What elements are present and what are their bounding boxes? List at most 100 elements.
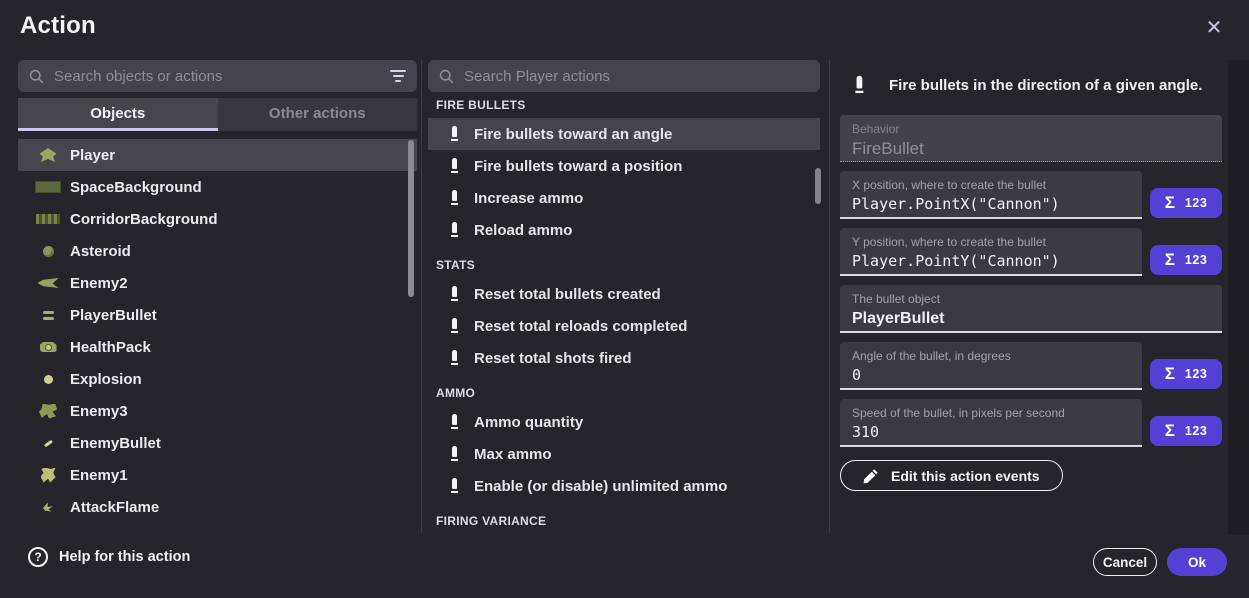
action-group-title: FIRE BULLETS — [428, 97, 820, 118]
parameter-field[interactable]: X position, where to create the bullet P… — [840, 171, 1142, 219]
action-row[interactable]: Reset total bullets created — [428, 278, 820, 310]
pencil-icon — [863, 468, 879, 484]
parameter-field[interactable]: Y position, where to create the bullet P… — [840, 228, 1142, 276]
object-row[interactable]: AttackFlame — [18, 491, 417, 523]
parameter-field-row: X position, where to create the bullet P… — [840, 171, 1222, 219]
action-label: Increase ammo — [474, 190, 583, 207]
parameter-field-label: X position, where to create the bullet — [852, 178, 1130, 192]
asteroid-sprite-icon — [34, 242, 62, 260]
action-row[interactable]: Max ammo — [428, 438, 820, 470]
action-row[interactable]: Fire bullets toward a position — [428, 150, 820, 182]
object-search-input[interactable] — [54, 68, 380, 85]
object-row[interactable]: Enemy1 — [18, 459, 417, 491]
search-icon — [28, 68, 45, 85]
edit-action-events-button[interactable]: Edit this action events — [840, 460, 1063, 491]
action-row[interactable]: Reset total reloads completed — [428, 310, 820, 342]
bullet-icon — [444, 478, 466, 494]
corridor-background-sprite-icon — [34, 210, 62, 228]
parameter-field-label: Speed of the bullet, in pixels per secon… — [852, 406, 1130, 420]
bullet-icon — [444, 350, 466, 366]
object-search-box — [18, 60, 417, 92]
object-row[interactable]: HealthPack — [18, 331, 417, 363]
parameter-fields: Behavior FireBullet X position, where to… — [840, 115, 1222, 447]
parameter-field[interactable]: Behavior FireBullet — [840, 115, 1222, 162]
parameter-field-label: The bullet object — [852, 292, 1210, 306]
object-label: Enemy2 — [70, 275, 128, 292]
parameter-field[interactable]: The bullet object PlayerBullet — [840, 285, 1222, 333]
explosion-sprite-icon — [34, 370, 62, 388]
parameter-field[interactable]: Angle of the bullet, in degrees 0 — [840, 342, 1142, 390]
health-pack-sprite-icon — [34, 338, 62, 356]
cancel-button[interactable]: Cancel — [1093, 548, 1157, 576]
action-row[interactable]: Reload ammo — [428, 214, 820, 246]
object-row[interactable]: CorridorBackground — [18, 203, 417, 235]
action-row[interactable]: Increase ammo — [428, 182, 820, 214]
parameter-field-value: FireBullet — [852, 139, 1210, 158]
bullet-icon — [847, 76, 872, 94]
actions-scrollbar-thumb[interactable] — [815, 168, 821, 204]
filter-icon[interactable] — [389, 70, 407, 82]
parameter-field-value: Player.PointY("Cannon") — [852, 252, 1130, 271]
enemy-bullet-sprite-icon — [34, 434, 62, 452]
numbers-123-icon: 123 — [1185, 367, 1207, 381]
action-row[interactable]: Reset total shots fired — [428, 342, 820, 374]
object-label: Enemy1 — [70, 467, 128, 484]
actions-panel: FIRE BULLETS Fire bullets toward an angl… — [428, 60, 820, 520]
help-label: Help for this action — [59, 549, 190, 565]
parameter-field-value: 310 — [852, 423, 1130, 442]
object-label: Explosion — [70, 371, 142, 388]
parameter-field-label: Y position, where to create the bullet — [852, 235, 1130, 249]
bullet-icon — [444, 222, 466, 238]
close-icon: ✕ — [1206, 17, 1223, 39]
objects-scrollbar-thumb[interactable] — [408, 140, 414, 297]
action-search-input[interactable] — [464, 68, 810, 85]
player-bullet-sprite-icon — [34, 306, 62, 324]
numbers-123-icon: 123 — [1185, 253, 1207, 267]
expression-editor-button[interactable]: Σ 123 — [1150, 416, 1222, 446]
tab-objects[interactable]: Objects — [18, 98, 218, 131]
ok-button[interactable]: Ok — [1167, 548, 1227, 576]
close-button[interactable]: ✕ — [1198, 12, 1230, 44]
bullet-icon — [444, 318, 466, 334]
parameter-field-row: Speed of the bullet, in pixels per secon… — [840, 399, 1222, 447]
action-row[interactable]: Ammo quantity — [428, 406, 820, 438]
parameter-field-row: Y position, where to create the bullet P… — [840, 228, 1222, 276]
parameter-field-row: Angle of the bullet, in degrees 0 Σ 123 — [840, 342, 1222, 390]
object-row[interactable]: Player — [18, 139, 417, 171]
action-label: Max ammo — [474, 446, 552, 463]
sigma-icon: Σ — [1165, 250, 1175, 270]
enemy1-sprite-icon — [34, 466, 62, 484]
action-label: Fire bullets toward a position — [474, 158, 682, 175]
numbers-123-icon: 123 — [1185, 196, 1207, 210]
sigma-icon: Σ — [1165, 193, 1175, 213]
action-row[interactable]: Enable (or disable) unlimited ammo — [428, 470, 820, 502]
dialog-title: Action — [20, 12, 96, 40]
player-sprite-icon — [34, 146, 62, 164]
sigma-icon: Σ — [1165, 421, 1175, 441]
object-row[interactable]: Asteroid — [18, 235, 417, 267]
help-button[interactable]: ? Help for this action — [28, 547, 190, 567]
action-row[interactable]: Fire bullets toward an angle — [428, 118, 820, 150]
tab-other-actions[interactable]: Other actions — [218, 98, 418, 131]
object-row[interactable]: Explosion — [18, 363, 417, 395]
parameter-field[interactable]: Speed of the bullet, in pixels per secon… — [840, 399, 1142, 447]
object-row[interactable]: Enemy2 — [18, 267, 417, 299]
object-row[interactable]: SpaceBackground — [18, 171, 417, 203]
object-row[interactable]: PlayerBullet — [18, 299, 417, 331]
expression-editor-button[interactable]: Σ 123 — [1150, 188, 1222, 218]
object-row[interactable]: EnemyBullet — [18, 427, 417, 459]
object-label: Asteroid — [70, 243, 131, 260]
expression-editor-button[interactable]: Σ 123 — [1150, 245, 1222, 275]
action-label: Reset total shots fired — [474, 350, 632, 367]
sigma-icon: Σ — [1165, 364, 1175, 384]
help-icon: ? — [28, 547, 48, 567]
action-label: Enable (or disable) unlimited ammo — [474, 478, 727, 495]
action-label: Reset total bullets created — [474, 286, 661, 303]
parameter-field-row: The bullet object PlayerBullet — [840, 285, 1222, 333]
object-label: Player — [70, 147, 115, 164]
action-label: Reload ammo — [474, 222, 572, 239]
object-row[interactable]: Enemy3 — [18, 395, 417, 427]
expression-editor-button[interactable]: Σ 123 — [1150, 359, 1222, 389]
enemy3-sprite-icon — [34, 402, 62, 420]
column-divider — [421, 60, 422, 533]
